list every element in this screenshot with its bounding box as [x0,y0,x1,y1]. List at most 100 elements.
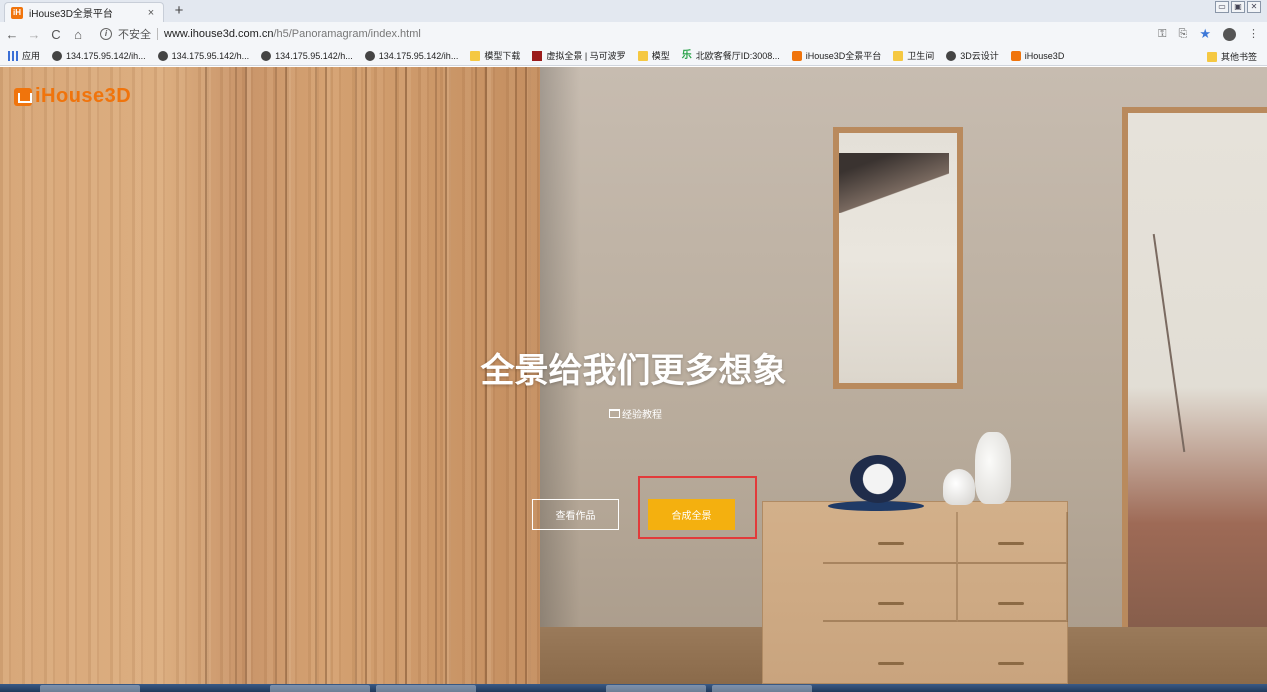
bookmark-item[interactable]: 134.175.95.142/h... [157,50,250,61]
folder-icon [893,50,904,61]
bookmark-item[interactable]: iHouse3D [1010,50,1065,61]
tab-strip: iH iHouse3D全景平台 × + ▭ ▣ ✕ [0,0,1267,22]
new-tab-button[interactable]: + [170,3,188,19]
bookmark-item[interactable]: 134.175.95.142/ih... [364,50,459,61]
toolbar-actions: ⚿ ⎘ ★ ⋮ [1158,26,1259,42]
folder-icon [470,50,481,61]
drawer-handle [878,542,904,545]
drawer [823,512,958,564]
os-taskbar [0,684,1267,692]
restore-icon[interactable]: ▣ [1231,1,1245,13]
other-bookmarks-label: 其他书签 [1220,52,1257,62]
window-controls: ▭ ▣ ✕ [1215,1,1261,13]
bookmark-item[interactable]: 134.175.95.142/ih... [52,50,146,61]
tab-title: iHouse3D全景平台 [29,9,113,20]
tutorial-link[interactable]: 经验教程 [609,406,662,421]
decorative-drum [850,455,906,503]
ihouse3d-favicon-icon: iH [11,6,23,19]
reload-button[interactable]: C [46,27,66,42]
account-icon[interactable] [1223,27,1236,41]
drawer [958,512,1068,564]
bookmark-item[interactable]: 虚拟全景 | 马可波罗 [532,49,626,62]
star-icon[interactable]: ★ [1199,26,1211,42]
minimize-icon[interactable]: ▭ [1215,1,1229,13]
folder-icon [1206,51,1217,62]
bookmark-item[interactable]: 模型 [637,49,670,62]
site-info-icon[interactable]: i [100,28,112,40]
forward-button[interactable]: → [24,27,44,42]
bookmark-label: 虚拟全景 | 马可波罗 [546,51,626,61]
bookmark-label: 3D云设计 [960,51,999,61]
logo-text: iHouse3D [35,85,132,107]
bookmark-label: 134.175.95.142/ih... [378,50,459,61]
site-logo[interactable]: iHouse3D [14,85,131,108]
bookmark-label: 模型 [651,51,670,61]
bookmark-item[interactable]: iHouse3D全景平台 [791,49,882,62]
ihouse3d-favicon-icon [791,50,802,61]
ihouse3d-favicon-icon [1010,50,1021,61]
globe-icon [261,50,272,61]
globe-icon [157,50,168,61]
taskbar-item[interactable] [376,685,476,692]
globe-icon [946,50,957,61]
apps-grid-icon [8,50,18,61]
key-icon[interactable]: ⚿ [1158,26,1166,42]
painting-roof-motif [839,153,949,213]
bookmark-label: 应用 [22,51,41,61]
bookmark-label: 134.175.95.142/h... [171,50,250,61]
drawer-handle [998,542,1024,545]
bookmark-label: 卫生间 [907,51,935,61]
tutorial-label: 经验教程 [622,410,662,421]
bookmark-item[interactable]: 卫生间 [893,49,934,62]
url-host: www.ihouse3d.com.cn [164,28,274,40]
dresser [762,501,1068,684]
folder-outline-icon [609,409,620,418]
drawer-handle [878,662,904,665]
bookmarks-bar: 应用 134.175.95.142/ih... 134.175.95.142/h..… [0,46,1267,66]
home-button[interactable]: ⌂ [68,27,88,42]
small-vase [943,469,975,505]
taskbar-item[interactable] [606,685,706,692]
drawer [958,564,1068,622]
bookmark-item[interactable]: 乐北欧客餐厅ID:3008... [682,49,780,62]
bookmark-label: iHouse3D [1024,50,1065,61]
browser-tab[interactable]: iH iHouse3D全景平台 × [4,2,164,22]
back-button[interactable]: ← [2,27,22,42]
drawer-handle [878,602,904,605]
house-logo-icon [14,87,32,106]
taskbar-item[interactable] [712,685,812,692]
url-path: /h5/Panoramagram/index.html [273,28,421,40]
tall-vase [975,432,1011,504]
bookmark-label: 134.175.95.142/ih... [66,50,146,61]
globe-icon [52,50,63,61]
bookmark-item[interactable]: 3D云设计 [946,49,999,62]
bookmark-item[interactable]: 134.175.95.142/h... [261,50,353,61]
view-works-button[interactable]: 查看作品 [532,499,619,530]
security-status: 不安全 [118,29,151,41]
globe-icon [364,50,375,61]
hero-section: iHouse3D 全景给我们更多想象 经验教程 查看作品 合成全景 [0,67,1267,684]
site-favicon-icon [532,50,543,61]
drawer [823,564,958,622]
bookmark-item[interactable]: 应用 [8,49,40,62]
hero-headline: 全景给我们更多想象 [480,352,787,390]
drawer-handle [998,662,1024,665]
tab-close-icon[interactable]: × [145,7,157,19]
bookmark-label: iHouse3D全景平台 [805,51,882,61]
le-favicon-icon: 乐 [681,49,692,61]
address-bar[interactable]: i 不安全 www.ihouse3d.com.cn/h5/Panoramagra… [100,24,1200,44]
compose-panorama-button[interactable]: 合成全景 [648,499,735,530]
drawer-handle [998,602,1024,605]
close-window-icon[interactable]: ✕ [1247,1,1261,13]
bookmark-label: 北欧客餐厅ID:3008... [695,51,780,61]
menu-icon[interactable]: ⋮ [1248,26,1259,42]
taskbar-item[interactable] [40,685,140,692]
folder-icon [637,50,648,61]
translate-icon[interactable]: ⎘ [1179,26,1188,42]
divider [157,28,158,40]
bookmark-item[interactable]: 模型下载 [470,49,520,62]
browser-toolbar: ← → C ⌂ i 不安全 www.ihouse3d.com.cn/h5/Pan… [0,22,1267,46]
bookmark-label: 134.175.95.142/h... [275,50,353,61]
taskbar-item[interactable] [270,685,370,692]
other-bookmarks[interactable]: 其他书签 [1206,50,1257,63]
